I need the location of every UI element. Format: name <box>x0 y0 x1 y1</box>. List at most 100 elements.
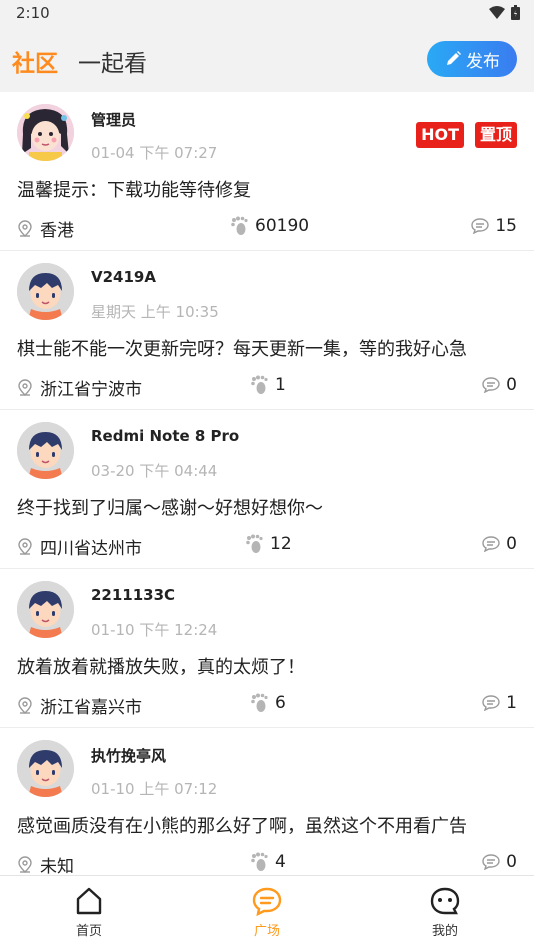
post-username[interactable]: 执竹挽亭风 <box>91 745 166 766</box>
post-views: 6 <box>250 693 286 713</box>
location-pin-icon <box>18 537 32 555</box>
location-text: 浙江省宁波市 <box>40 380 142 400</box>
post-item[interactable]: V2419A 星期天 上午 10:35 棋士能不能一次更新完呀？每天更新一集，等… <box>0 251 534 410</box>
post-views: 60190 <box>230 216 309 236</box>
comment-icon <box>482 854 500 870</box>
publish-label: 发布 <box>466 51 500 72</box>
top-header: 社区 一起看 发布 <box>0 28 534 92</box>
post-location: 浙江省宁波市 <box>17 375 142 400</box>
post-content[interactable]: 棋士能不能一次更新完呀？每天更新一集，等的我好心急 <box>17 335 467 361</box>
location-pin-icon <box>18 219 32 237</box>
post-meta: 四川省达州市 12 0 <box>17 534 517 559</box>
post-username[interactable]: 管理员 <box>91 109 136 130</box>
footprint-icon <box>246 534 263 553</box>
comment-icon <box>471 218 490 234</box>
post-views: 4 <box>250 852 286 872</box>
tab-community[interactable]: 社区 <box>12 44 58 78</box>
status-icons <box>489 5 520 20</box>
post-content[interactable]: 放着放着就播放失败，真的太烦了！ <box>17 653 305 679</box>
post-location: 香港 <box>17 216 74 241</box>
post-views: 12 <box>245 534 292 554</box>
location-text: 未知 <box>40 857 74 875</box>
location-pin-icon <box>18 696 32 714</box>
post-comments[interactable]: 15 <box>471 216 517 236</box>
views-count: 6 <box>275 693 286 713</box>
nav-square[interactable]: 广场 <box>178 876 356 950</box>
home-icon <box>76 887 102 915</box>
nav-mine[interactable]: 我的 <box>356 876 534 950</box>
location-text: 香港 <box>40 221 74 241</box>
post-location: 浙江省嘉兴市 <box>17 693 142 718</box>
nav-home[interactable]: 首页 <box>0 876 178 950</box>
post-feed[interactable]: 管理员 01-04 下午 07:27 HOT 置顶 温馨提示：下载功能等待修复 … <box>0 92 534 875</box>
footprint-icon <box>251 375 268 394</box>
post-comments[interactable]: 0 <box>482 852 517 872</box>
post-username[interactable]: Redmi Note 8 Pro <box>91 427 239 445</box>
status-bar: 2:10 <box>0 0 534 28</box>
post-comments[interactable]: 0 <box>482 534 517 554</box>
comments-count: 15 <box>495 216 517 236</box>
bottom-nav: 首页 广场 我的 <box>0 875 534 950</box>
status-time: 2:10 <box>16 4 50 22</box>
avatar-admin[interactable] <box>17 104 74 161</box>
post-location: 四川省达州市 <box>17 534 142 559</box>
footprint-icon <box>251 852 268 871</box>
comment-icon <box>482 536 500 552</box>
chat-bubble-icon <box>252 887 282 916</box>
post-item[interactable]: 2211133C 01-10 下午 12:24 放着放着就播放失败，真的太烦了！… <box>0 569 534 728</box>
post-time: 01-04 下午 07:27 <box>91 144 218 162</box>
comments-count: 0 <box>506 375 517 395</box>
post-time: 03-20 下午 04:44 <box>91 462 218 480</box>
comments-count: 0 <box>506 534 517 554</box>
nav-mine-label: 我的 <box>431 924 458 939</box>
location-text: 四川省达州市 <box>40 539 142 559</box>
comment-icon <box>482 377 500 393</box>
publish-button[interactable]: 发布 <box>427 41 517 77</box>
post-time: 01-10 下午 12:24 <box>91 621 218 639</box>
post-item[interactable]: Redmi Note 8 Pro 03-20 下午 04:44 终于找到了归属～… <box>0 410 534 569</box>
post-meta: 香港 60190 15 <box>17 216 517 241</box>
post-content[interactable]: 感觉画质没有在小熊的那么好了啊，虽然这个不用看广告 <box>17 812 467 838</box>
post-username[interactable]: V2419A <box>91 268 156 286</box>
location-pin-icon <box>18 855 32 873</box>
location-pin-icon <box>18 378 32 396</box>
avatar-default-boy[interactable] <box>17 740 74 797</box>
footprint-icon <box>251 693 268 712</box>
views-count: 4 <box>275 852 286 872</box>
post-content[interactable]: 温馨提示：下载功能等待修复 <box>17 176 251 202</box>
comments-count: 0 <box>506 852 517 872</box>
footprint-icon <box>231 216 248 235</box>
post-views: 1 <box>250 375 286 395</box>
location-text: 浙江省嘉兴市 <box>40 698 142 718</box>
post-time: 星期天 上午 10:35 <box>91 303 219 321</box>
tab-watch-together[interactable]: 一起看 <box>78 44 147 78</box>
avatar-default-boy[interactable] <box>17 263 74 320</box>
post-meta: 浙江省宁波市 1 0 <box>17 375 517 400</box>
post-meta: 浙江省嘉兴市 6 1 <box>17 693 517 718</box>
hot-badge: HOT <box>416 122 464 148</box>
avatar-default-boy[interactable] <box>17 581 74 638</box>
post-comments[interactable]: 1 <box>482 693 517 713</box>
post-badges: HOT 置顶 <box>416 122 517 148</box>
post-meta: 未知 4 0 <box>17 852 517 875</box>
post-username[interactable]: 2211133C <box>91 586 175 604</box>
post-comments[interactable]: 0 <box>482 375 517 395</box>
smiley-icon <box>430 887 460 915</box>
comments-count: 1 <box>506 693 517 713</box>
post-content[interactable]: 终于找到了归属～感谢～好想好想你～ <box>17 494 323 520</box>
pinned-badge: 置顶 <box>474 122 517 148</box>
post-item[interactable]: 管理员 01-04 下午 07:27 HOT 置顶 温馨提示：下载功能等待修复 … <box>0 92 534 251</box>
wifi-icon <box>489 5 505 19</box>
views-count: 60190 <box>255 216 310 236</box>
post-item[interactable]: 执竹挽亭风 01-10 上午 07:12 感觉画质没有在小熊的那么好了啊，虽然这… <box>0 728 534 875</box>
post-time: 01-10 上午 07:12 <box>91 780 218 798</box>
comment-icon <box>482 695 500 711</box>
post-location: 未知 <box>17 852 74 875</box>
pencil-icon <box>447 51 461 65</box>
nav-home-label: 首页 <box>75 924 102 939</box>
avatar-default-boy[interactable] <box>17 422 74 479</box>
nav-square-label: 广场 <box>253 924 280 939</box>
views-count: 1 <box>275 375 286 395</box>
views-count: 12 <box>270 534 292 554</box>
battery-icon <box>511 5 520 20</box>
